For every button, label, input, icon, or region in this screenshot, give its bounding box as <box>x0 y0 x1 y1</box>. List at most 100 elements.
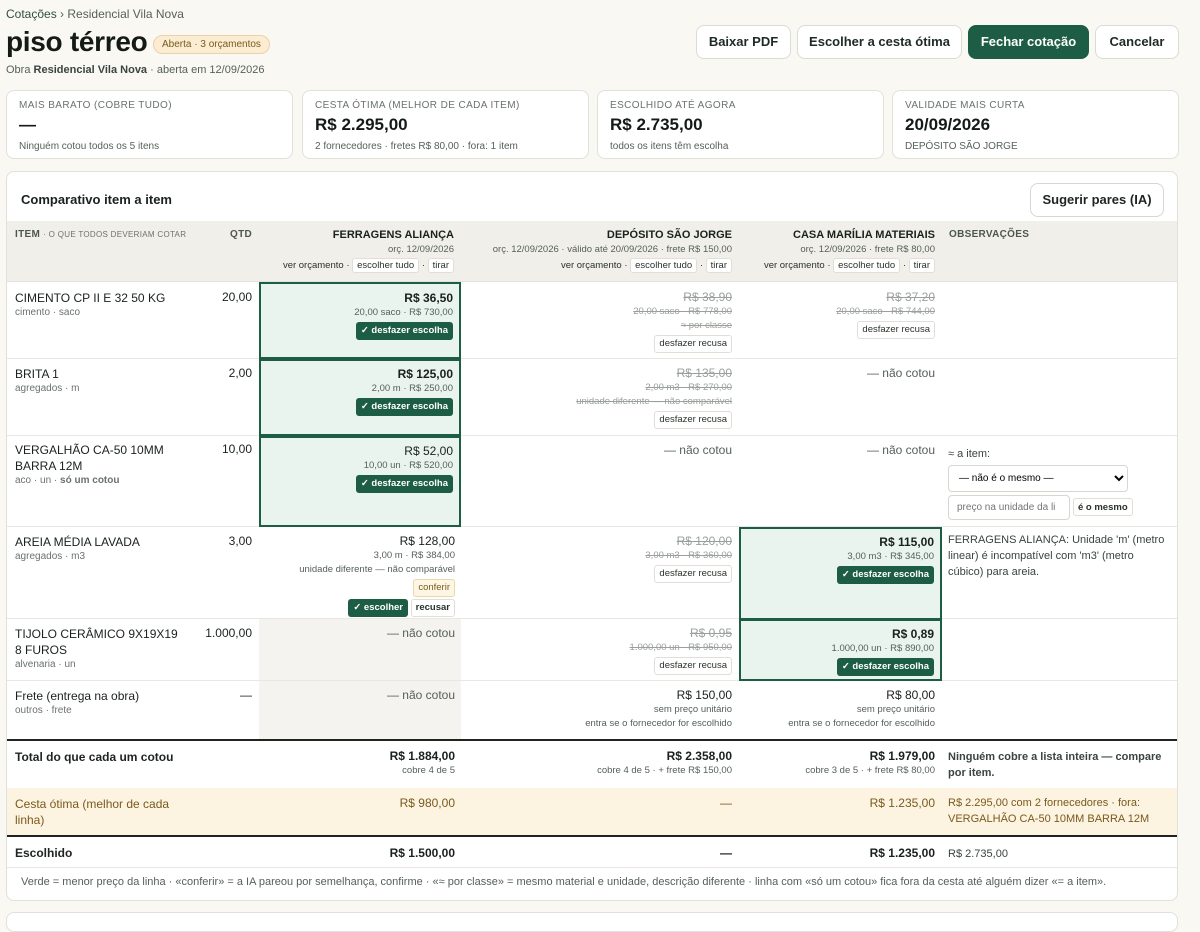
suggest-pairs-button[interactable]: Sugerir pares (IA) <box>1030 183 1164 217</box>
view-quote-link[interactable]: ver orçamento <box>561 260 622 271</box>
line-detail: 20,00 saco · R$ 730,00 <box>354 307 453 318</box>
summary-detail: todos os itens têm escolha <box>610 141 729 152</box>
chosen-observation: R$ 2.735,00 <box>948 848 1008 860</box>
summary-detail: Ninguém cotou todos os 5 itens <box>19 141 160 152</box>
breadcrumb: Cotações › Residencial Vila Nova <box>6 7 184 21</box>
unit-price: R$ 120,00 <box>676 534 732 548</box>
line-detail: 10,00 un · R$ 520,00 <box>363 460 453 471</box>
summary-label: VALIDADE MAIS CURTA <box>905 100 1025 111</box>
table-row-cimento: CIMENTO CP II E 32 50 KG cimento · saco … <box>7 282 1177 359</box>
undo-choice-button[interactable]: ✓ desfazer escolha <box>355 322 453 340</box>
best-basket-label: Cesta ótima (melhor de cada linha) <box>15 797 170 827</box>
undo-refusal-button[interactable]: desfazer recusa <box>654 565 732 583</box>
line-detail: 3,00 m3 · R$ 360,00 <box>645 550 732 561</box>
summary-value: 20/09/2026 <box>905 115 991 134</box>
unit-price: R$ 125,00 <box>397 367 453 381</box>
item-name-text: TIJOLO CERÂMICO 9X19X19 8 FUROS <box>15 627 178 657</box>
item-name: VERGALHÃO CA-50 10MM BARRA 12M aco · un … <box>15 442 175 488</box>
selected-cell[interactable]: R$ 36,50 20,00 saco · R$ 730,00 ✓ desfaz… <box>259 282 461 359</box>
summary-value: R$ 2.735,00 <box>610 115 703 134</box>
undo-refusal-button[interactable]: desfazer recusa <box>654 657 732 675</box>
item-name-text: VERGALHÃO CA-50 10MM BARRA 12M <box>15 443 164 473</box>
unit-price: R$ 37,20 <box>886 290 935 304</box>
match-item-label: ≈ a item: <box>948 448 991 460</box>
price-in-unit-input[interactable] <box>948 495 1070 520</box>
quote-cell: R$ 0,95 1.000,00 un · R$ 950,00 desfazer… <box>630 626 732 675</box>
unit-price: R$ 115,00 <box>879 535 934 549</box>
confirm-ai-match-button[interactable]: conferir <box>413 579 455 597</box>
unit-price: R$ 0,95 <box>689 626 732 640</box>
table-row-frete: Frete (entrega na obra) outros · frete —… <box>7 681 1177 741</box>
supplier-actions: ver orçamento · escolher tudo · tirar <box>655 258 935 273</box>
undo-refusal-button[interactable]: desfazer recusa <box>857 321 935 339</box>
undo-refusal-button[interactable]: desfazer recusa <box>654 335 732 353</box>
subtitle-prefix: Obra <box>6 64 31 76</box>
freight-note: sem preço unitário <box>856 704 935 715</box>
summary-value: R$ 2.295,00 <box>315 115 408 134</box>
selected-cell[interactable]: R$ 52,00 10,00 un · R$ 520,00 ✓ desfazer… <box>259 436 461 527</box>
item-qty: 1.000,00 <box>205 626 252 640</box>
unit-mismatch-note: unidade diferente — não comparável <box>299 564 455 575</box>
quote-cell: R$ 120,00 3,00 m3 · R$ 360,00 desfazer r… <box>645 534 732 583</box>
summary-card-best-basket: CESTA ÓTIMA (MELHOR DE CADA ITEM) R$ 2.2… <box>302 90 589 159</box>
table-header: ITEM · O QUE TODOS DEVERIAM COTAR QTD OB… <box>7 221 1177 282</box>
item-name-text: AREIA MÉDIA LAVADA <box>15 535 140 549</box>
summary-detail: 2 fornecedores · fretes R$ 80,00 · fora:… <box>315 141 518 152</box>
refuse-button[interactable]: recusar <box>410 599 455 617</box>
item-qty: 2,00 <box>228 366 252 380</box>
item-name-text: CIMENTO CP II E 32 50 KG <box>15 291 166 305</box>
breadcrumb-link-cotacoes[interactable]: Cotações <box>6 7 57 21</box>
dot-separator: · <box>827 260 831 271</box>
item-category: agregados · m <box>15 383 80 394</box>
item-category: aco · un · só um cotou <box>15 474 175 488</box>
remove-supplier-button[interactable]: tirar <box>908 258 935 273</box>
choose-button[interactable]: ✓ escolher <box>348 599 409 617</box>
undo-choice-button[interactable]: ✓ desfazer escolha <box>836 566 934 584</box>
selected-cell[interactable]: R$ 125,00 2,00 m · R$ 250,00 ✓ desfazer … <box>259 359 461 436</box>
unit-price: R$ 38,90 <box>683 290 732 304</box>
item-category: outros · frete <box>15 705 72 716</box>
undo-choice-button[interactable]: ✓ desfazer escolha <box>355 398 453 416</box>
unit-price: R$ 36,50 <box>404 291 453 305</box>
best-basket-cell: — <box>720 796 732 811</box>
best-basket-row: Cesta ótima (melhor de cada linha) R$ 98… <box>7 788 1177 837</box>
undo-refusal-button[interactable]: desfazer recusa <box>654 411 732 429</box>
item-name-text: Frete (entrega na obra) <box>15 689 140 703</box>
observation-text: FERRAGENS ALIANÇA: Unidade 'm' (metro li… <box>948 534 1165 578</box>
line-detail: 1.000,00 un · R$ 950,00 <box>629 642 732 653</box>
line-detail: 1.000,00 un · R$ 890,00 <box>831 643 934 654</box>
item-category: alvenaria · un <box>15 659 76 670</box>
remove-supplier-button[interactable]: tirar <box>427 258 454 273</box>
view-quote-link[interactable]: ver orçamento <box>283 260 344 271</box>
match-item-select[interactable]: — não é o mesmo — <box>948 465 1128 492</box>
total-value: R$ 2.358,00 <box>666 749 732 763</box>
item-qty: 20,00 <box>221 290 252 304</box>
choose-all-button[interactable]: escolher tudo <box>352 258 420 273</box>
total-detail: cobre 3 de 5 · + frete R$ 80,00 <box>805 765 935 776</box>
summary-card-cheapest: MAIS BARATO (COBRE TUDO) — Ninguém cotou… <box>6 90 293 159</box>
best-basket-value: R$ 1.235,00 <box>869 796 935 810</box>
close-quote-button[interactable]: Fechar cotação <box>968 25 1089 59</box>
cancel-button[interactable]: Cancelar <box>1095 25 1179 59</box>
choose-best-basket-button[interactable]: Escolher a cesta ótima <box>797 25 962 59</box>
selected-cell[interactable]: R$ 115,00 3,00 m3 · R$ 345,00 ✓ desfazer… <box>739 527 942 620</box>
summary-detail: DEPÓSITO SÃO JORGE <box>905 141 1018 152</box>
item-name: CIMENTO CP II E 32 50 KG cimento · saco <box>15 290 185 320</box>
panel-title: Comparativo item a item <box>21 192 172 207</box>
download-pdf-button[interactable]: Baixar PDF <box>696 25 791 59</box>
same-item-button[interactable]: é o mesmo <box>1073 498 1133 516</box>
view-quote-link[interactable]: ver orçamento <box>764 260 825 271</box>
undo-choice-button[interactable]: ✓ desfazer escolha <box>836 658 934 676</box>
dot-separator: · <box>421 260 425 271</box>
dot-separator: · <box>902 260 906 271</box>
supplier-name: CASA MARÍLIA MATERIAIS <box>793 229 935 241</box>
selected-cell[interactable]: R$ 0,89 1.000,00 un · R$ 890,00 ✓ desfaz… <box>739 619 942 681</box>
match-note: unidade diferente — não comparável <box>576 396 732 407</box>
undo-choice-button[interactable]: ✓ desfazer escolha <box>355 475 453 493</box>
best-basket-cell: R$ 1.235,00 <box>870 796 935 811</box>
choose-all-button[interactable]: escolher tudo <box>833 258 901 273</box>
unit-price: R$ 52,00 <box>404 444 453 458</box>
page-subtitle: Obra Residencial Vila Nova · aberta em 1… <box>6 64 264 76</box>
next-panel-edge <box>6 912 1178 932</box>
item-name-text: BRITA 1 <box>15 367 59 381</box>
